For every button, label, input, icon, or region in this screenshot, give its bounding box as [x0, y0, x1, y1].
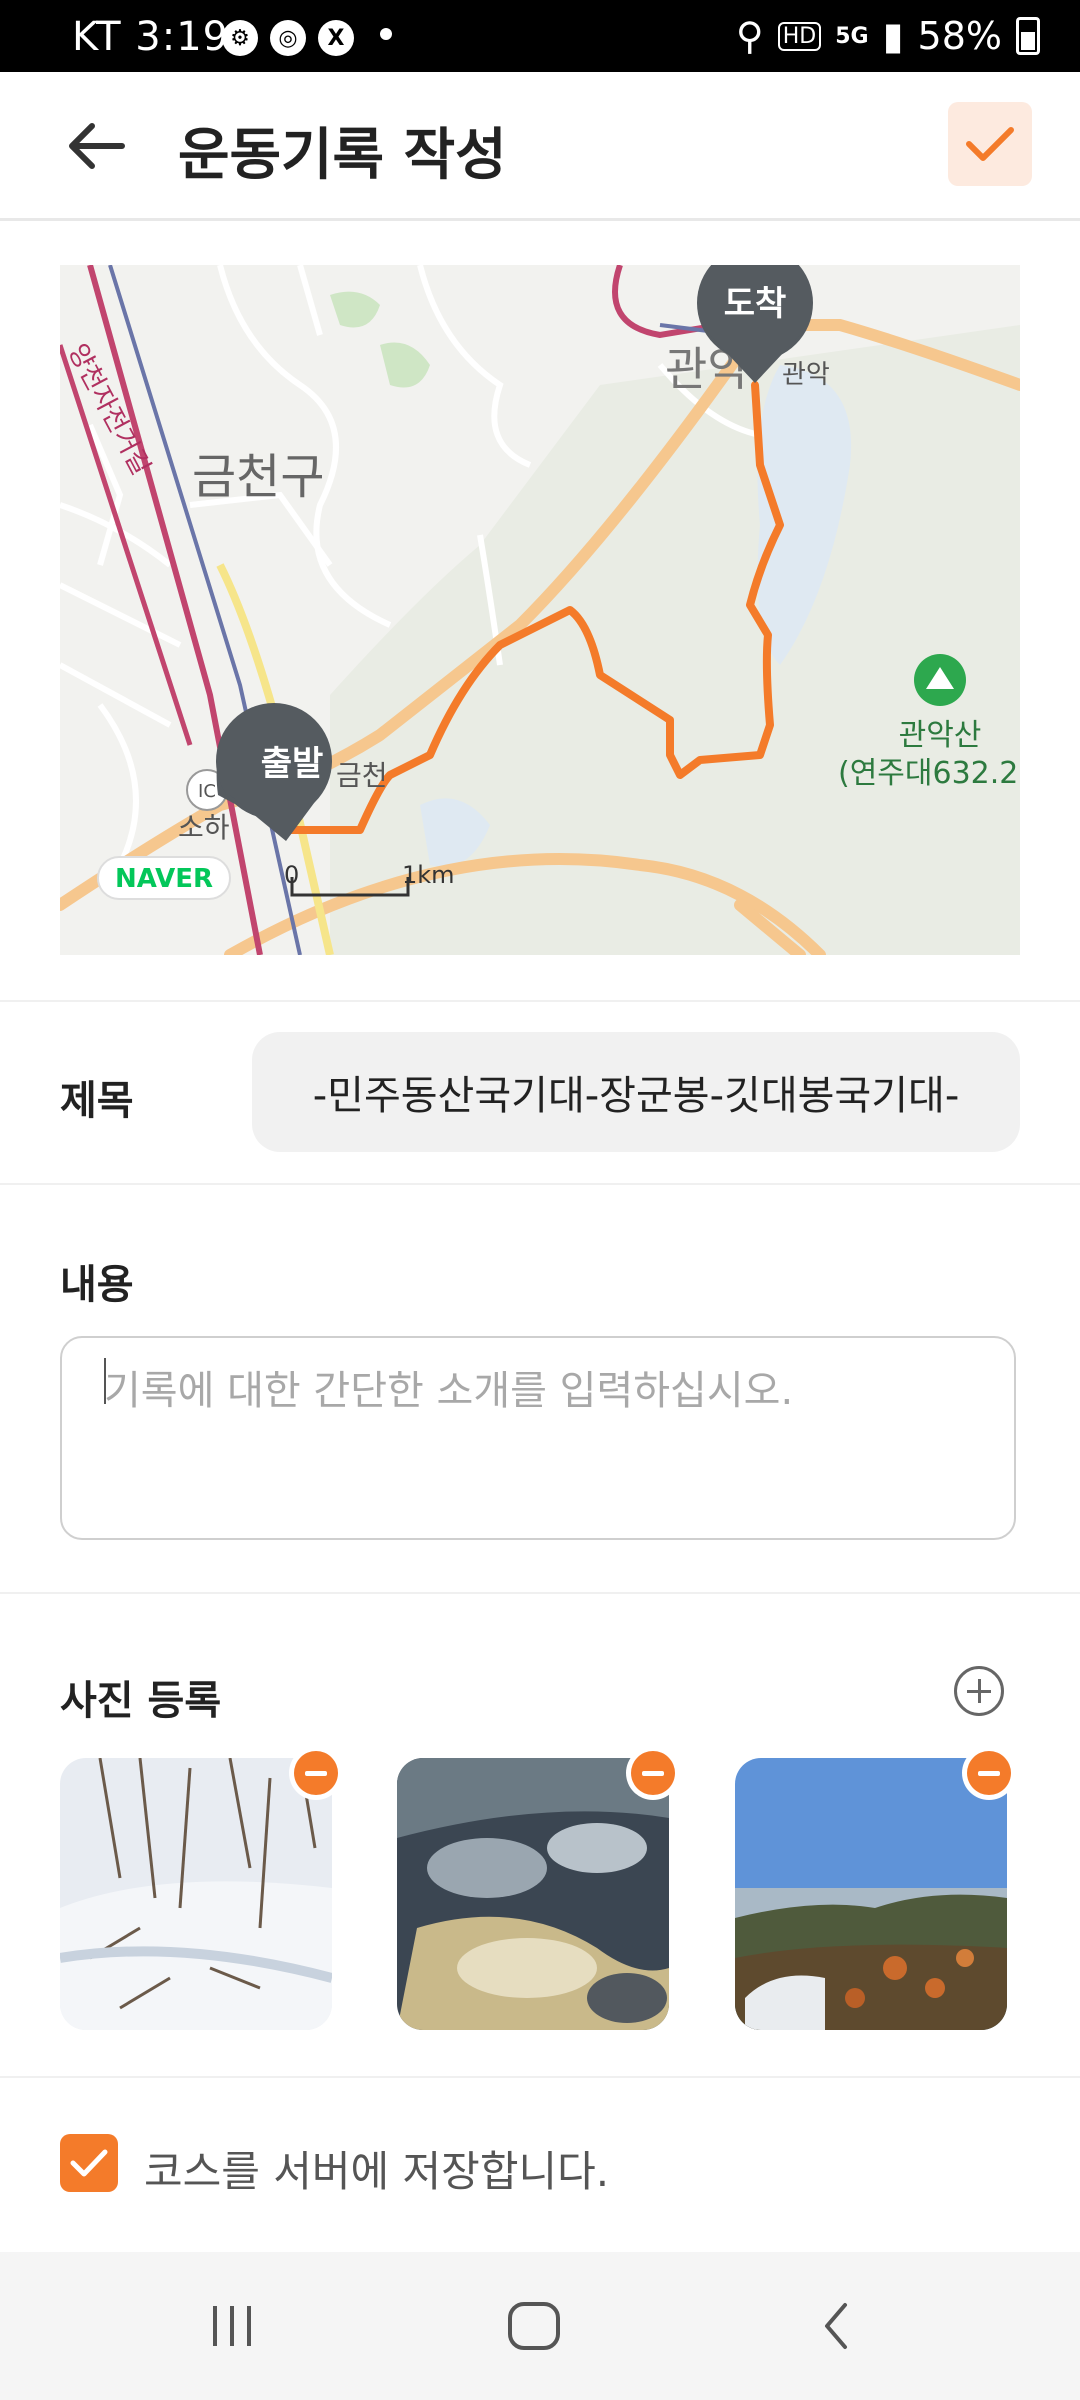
network-icon: 5G [835, 23, 869, 49]
checkmark-icon [966, 127, 1014, 161]
content-placeholder: 기록에 대한 간단한 소개를 입력하십시오. [104, 1368, 794, 1414]
map-label-geumcheon: 금천 [336, 759, 388, 792]
divider [0, 1000, 1080, 1002]
battery-text: 58% [917, 14, 1002, 58]
content-label: 내용 [60, 1262, 134, 1308]
status-bar: KT 3:19 ⚙ ◎ X ⚲ HD 5G ▮ 58% [0, 0, 1080, 72]
battery-icon [1016, 17, 1040, 55]
page-title: 운동기록 작성 [178, 123, 507, 188]
route-map[interactable]: IC 금천구 관악 관악 관악산 (연주대632.2m 소하 금천 양천자전거길… [60, 265, 1020, 955]
photo-label: 사진 등록 [60, 1678, 222, 1724]
back-arrow-icon[interactable] [64, 116, 144, 176]
hd-icon: HD [777, 21, 822, 51]
scale-km: 1km [402, 861, 455, 889]
location-icon: ⚲ [735, 14, 764, 58]
add-photo-icon[interactable] [954, 1666, 1004, 1716]
photo-thumbnail-snow[interactable] [60, 1758, 332, 2030]
text-caret [104, 1358, 106, 1404]
checkmark-icon [70, 2149, 108, 2177]
app-notification-icon: ⚙ [222, 20, 258, 56]
status-time: KT 3:19 [72, 14, 230, 60]
home-icon [508, 2302, 560, 2350]
map-label-mountain-height: (연주대632.2m [838, 756, 1020, 791]
svg-text:도착: 도착 [724, 284, 787, 324]
minus-icon [294, 1751, 338, 1795]
title-label: 제목 [60, 1078, 134, 1124]
back-chevron-icon [825, 2303, 847, 2349]
notification-icons: ⚙ ◎ X [222, 18, 354, 58]
remove-photo-button[interactable] [626, 1746, 680, 1800]
naver-logo: NAVER [115, 864, 213, 894]
home-button[interactable] [464, 2252, 604, 2400]
save-course-label[interactable]: 코스를 서버에 저장합니다. [144, 2138, 609, 2199]
remove-photo-button[interactable] [289, 1746, 343, 1800]
recent-apps-button[interactable] [162, 2252, 302, 2400]
signal-icon: ▮ [882, 14, 904, 58]
svg-text:출발: 출발 [261, 744, 324, 784]
map-label-gwanak-station: 관악 [782, 360, 830, 390]
minus-icon [631, 1751, 675, 1795]
photo-thumbnail-ridge[interactable] [735, 1758, 1007, 2030]
minus-icon [967, 1751, 1011, 1795]
map-label-district: 금천구 [192, 449, 324, 505]
map-label-mountain: 관악산 [899, 718, 982, 753]
photo-thumbnail-stream[interactable] [397, 1758, 669, 2030]
scale-zero: 0 [284, 861, 299, 889]
back-button[interactable] [766, 2252, 906, 2400]
divider [0, 1592, 1080, 1594]
status-right: ⚲ HD 5G ▮ 58% [736, 14, 1040, 58]
app-header: 운동기록 작성 [0, 72, 1080, 221]
divider [0, 1183, 1080, 1185]
save-course-checkbox[interactable] [60, 2134, 118, 2192]
confirm-button[interactable] [948, 102, 1032, 186]
remove-photo-button[interactable] [962, 1746, 1016, 1800]
map-label-soha: 소하 [178, 811, 230, 844]
system-nav-bar [0, 2252, 1080, 2400]
divider [0, 2076, 1080, 2078]
title-input[interactable]: -민주동산국기대-장군봉-깃대봉국기대- [252, 1032, 1020, 1152]
ic-label: IC [198, 781, 216, 802]
more-notifications-icon [380, 28, 392, 40]
x-notification-icon: X [318, 20, 354, 56]
recent-apps-icon [213, 2306, 251, 2346]
camera-notification-icon: ◎ [270, 20, 306, 56]
